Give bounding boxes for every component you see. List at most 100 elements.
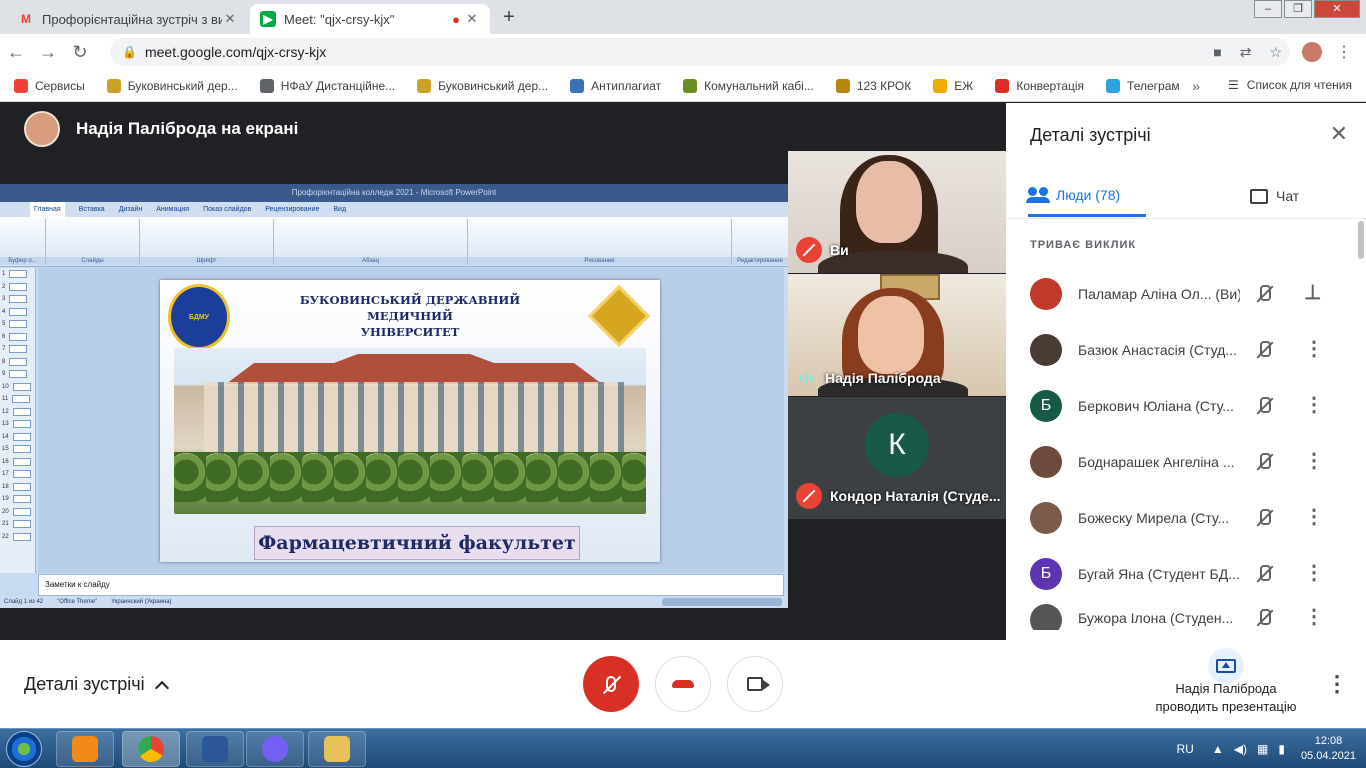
more-vert-icon[interactable]: ⋮ xyxy=(1304,450,1324,474)
camera-toggle-button[interactable] xyxy=(727,656,783,712)
meeting-details-button[interactable]: Деталі зустрічі xyxy=(24,674,169,695)
reading-list-button[interactable]: ☰ Список для чтения xyxy=(1228,78,1352,92)
bookmark-krok[interactable]: 123 КРОК xyxy=(835,78,911,93)
bookmark-telegram[interactable]: Телеграм xyxy=(1106,78,1180,93)
profile-avatar[interactable] xyxy=(1302,42,1322,62)
more-vert-icon[interactable]: ⋮ xyxy=(1304,562,1324,586)
mic-off-icon[interactable] xyxy=(1254,564,1274,584)
clock[interactable]: 12:08 05.04.2021 xyxy=(1301,734,1356,764)
mic-off-icon[interactable] xyxy=(1254,340,1274,360)
minimize-button[interactable]: – xyxy=(1254,0,1282,18)
slide-thumbnail[interactable]: 17 xyxy=(0,468,35,481)
tab-people[interactable]: Люди (78) xyxy=(1026,175,1146,217)
list-item[interactable]: Боднарашек Ангеліна ... ⋮ xyxy=(1006,434,1354,490)
participant-tile-presenter[interactable]: Надія Палiброда xyxy=(788,274,1006,396)
taskbar-word[interactable] xyxy=(186,731,244,767)
slide-thumbnail[interactable]: 19 xyxy=(0,493,35,506)
forward-icon[interactable]: → xyxy=(32,42,64,63)
close-window-button[interactable]: ✕ xyxy=(1314,0,1360,18)
powerpoint-ribbon-tabs: Главная Вставка Дизайн Анимация Показ сл… xyxy=(0,202,788,217)
slide-thumbnail[interactable]: 8 xyxy=(0,356,35,369)
slide-thumbnail[interactable]: 20 xyxy=(0,506,35,519)
taskbar-chrome[interactable] xyxy=(122,731,180,767)
battery-icon[interactable]: ▮ xyxy=(1278,742,1285,756)
slide-thumbnail[interactable]: 22 xyxy=(0,531,35,544)
more-vert-icon[interactable]: ⋮ xyxy=(1304,338,1324,362)
list-item[interactable]: Б Беркович Юліана (Сту... ⋮ xyxy=(1006,378,1354,434)
participant-tile-kondor[interactable]: К Кондор Наталія (Студе... xyxy=(788,397,1006,519)
more-options-icon[interactable]: ⋮ xyxy=(1326,673,1348,695)
slide-thumbnail[interactable]: 15 xyxy=(0,443,35,456)
browser-menu-icon[interactable]: ⋮ xyxy=(1336,42,1352,62)
bookmark-nfau[interactable]: НФаУ Дистанційне... xyxy=(259,78,395,93)
new-tab-button[interactable]: + xyxy=(496,6,522,30)
taskbar-media-player[interactable] xyxy=(56,731,114,767)
translate-icon[interactable]: ⇄ xyxy=(1240,44,1252,61)
bookmark-antiplagiat[interactable]: Антиплагиат xyxy=(570,78,661,93)
avatar xyxy=(1030,502,1062,534)
bookmark-star-icon[interactable]: ☆ xyxy=(1269,44,1282,61)
close-tab-icon[interactable]: ✕ xyxy=(222,11,238,27)
presentation-icon[interactable] xyxy=(1208,648,1244,684)
mic-toggle-button[interactable] xyxy=(583,656,639,712)
list-item[interactable]: Бужора Ілона (Студен... ⋮ xyxy=(1006,602,1354,630)
pin-icon[interactable]: ⊥ xyxy=(1304,282,1321,306)
back-icon[interactable]: ← xyxy=(0,42,32,63)
slide-thumbnail[interactable]: 3 xyxy=(0,293,35,306)
close-tab-icon[interactable]: ✕ xyxy=(464,11,480,27)
slide-thumbnail[interactable]: 6 xyxy=(0,331,35,344)
participant-tile-self[interactable]: Ви xyxy=(788,151,1006,273)
tray-expand-icon[interactable]: ▲ xyxy=(1212,742,1224,756)
maximize-button[interactable]: ❐ xyxy=(1284,0,1312,18)
more-vert-icon[interactable]: ⋮ xyxy=(1304,506,1324,530)
language-indicator[interactable]: RU xyxy=(1177,742,1194,756)
mic-off-icon[interactable] xyxy=(1254,508,1274,528)
bookmark-services[interactable]: Сервисы xyxy=(14,78,85,93)
slide-thumbnail[interactable]: 5 xyxy=(0,318,35,331)
camera-icon[interactable]: ■ xyxy=(1213,44,1221,61)
list-item[interactable]: Паламар Аліна Ол... (Ви) ⊥ xyxy=(1006,266,1354,322)
scrollbar[interactable] xyxy=(1358,221,1364,259)
list-item[interactable]: Б Бугай Яна (Студент БД... ⋮ xyxy=(1006,546,1354,602)
more-vert-icon[interactable]: ⋮ xyxy=(1304,606,1324,630)
close-icon[interactable]: ✕ xyxy=(1330,121,1348,147)
slide-thumbnail[interactable]: 7 xyxy=(0,343,35,356)
bookmark-ezh[interactable]: ЕЖ xyxy=(933,78,973,93)
start-button[interactable] xyxy=(6,731,42,767)
network-icon[interactable]: ▦ xyxy=(1257,742,1268,756)
slide-thumbnail[interactable]: 4 xyxy=(0,306,35,319)
slide-thumbnail[interactable]: 1 xyxy=(0,268,35,281)
list-item[interactable]: Божеску Мирела (Сту... ⋮ xyxy=(1006,490,1354,546)
leave-call-button[interactable] xyxy=(655,656,711,712)
browser-tab-meet[interactable]: ▶ Meet: "qjx-crsy-kjx" ● ✕ xyxy=(250,4,490,34)
reload-icon[interactable]: ↻ xyxy=(64,42,96,63)
slide-thumbnail[interactable]: 21 xyxy=(0,518,35,531)
slide-thumbnail[interactable]: 10 xyxy=(0,381,35,394)
list-item[interactable]: Базюк Анастасія (Студ... ⋮ xyxy=(1006,322,1354,378)
mic-off-icon[interactable] xyxy=(1254,396,1274,416)
slide-thumbnail[interactable]: 18 xyxy=(0,481,35,494)
slide-thumbnail[interactable]: 16 xyxy=(0,456,35,469)
mic-off-icon[interactable] xyxy=(1254,284,1274,304)
slide-thumbnail[interactable]: 13 xyxy=(0,418,35,431)
taskbar-explorer[interactable] xyxy=(308,731,366,767)
taskbar-viber[interactable] xyxy=(246,731,304,767)
browser-tab-gmail[interactable]: M Профорієнтаційна зустріч з вип ✕ xyxy=(8,4,248,34)
bookmarks-more-icon[interactable]: » xyxy=(1192,78,1200,94)
slide-thumbnail[interactable]: 14 xyxy=(0,431,35,444)
slide-thumbnail[interactable]: 2 xyxy=(0,281,35,294)
tab-chat[interactable]: Чат xyxy=(1250,175,1299,217)
mic-off-icon[interactable] xyxy=(1254,452,1274,472)
slide-thumbnail[interactable]: 11 xyxy=(0,393,35,406)
lock-icon[interactable]: 🔒 xyxy=(122,45,137,59)
url-field[interactable]: 🔒 meet.google.com/qjx-crsy-kjx ■ ⇄ ☆ xyxy=(110,38,1290,66)
more-vert-icon[interactable]: ⋮ xyxy=(1304,394,1324,418)
bookmark-convert[interactable]: Конвертація xyxy=(995,78,1084,93)
slide-thumbnail[interactable]: 12 xyxy=(0,406,35,419)
volume-icon[interactable]: ◀) xyxy=(1234,742,1247,756)
bookmark-komunalnyi[interactable]: Комунальний кабі... xyxy=(683,78,814,93)
slide-thumbnail[interactable]: 9 xyxy=(0,368,35,381)
mic-off-icon[interactable] xyxy=(1254,608,1274,628)
bookmark-bsmu-2[interactable]: Буковинський дер... xyxy=(417,78,548,93)
bookmark-bsmu-1[interactable]: Буковинський дер... xyxy=(106,78,238,93)
